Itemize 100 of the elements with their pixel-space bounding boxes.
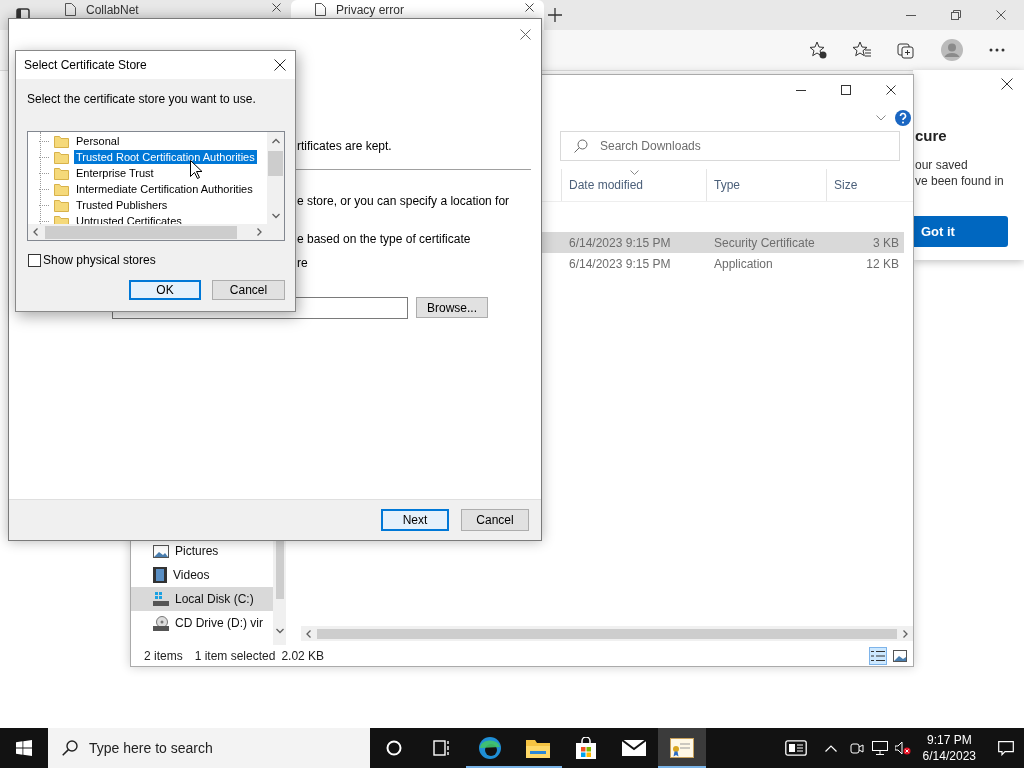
nav-item[interactable]: Pictures xyxy=(131,539,273,563)
wizard-text: rtificates are kept. xyxy=(297,139,393,153)
popup-text: ve been found in xyxy=(915,173,1005,189)
cancel-button[interactable]: Cancel xyxy=(212,280,285,300)
search-icon xyxy=(62,740,78,756)
chevron-down-icon[interactable] xyxy=(876,115,886,121)
store-item[interactable]: Trusted Publishers xyxy=(28,197,267,213)
cancel-button[interactable]: Cancel xyxy=(461,509,529,531)
status-text: 1 item selected xyxy=(194,648,276,663)
tab-title: Privacy error xyxy=(336,3,405,17)
scrollbar-thumb[interactable] xyxy=(45,225,237,239)
date-cell-text: 6/14/2023 9:15 PM xyxy=(568,256,672,271)
help-icon[interactable] xyxy=(895,110,911,126)
scroll-right-icon xyxy=(255,228,263,236)
close-icon[interactable] xyxy=(996,10,1006,20)
dialog-title: Select Certificate Store xyxy=(24,58,147,72)
windows-icon xyxy=(16,740,32,756)
clock[interactable]: 9:17 PM 6/14/2023 xyxy=(922,732,976,764)
type-cell-text: Security Certificate xyxy=(713,235,816,250)
more-icon[interactable] xyxy=(989,48,1005,52)
next-button[interactable]: Next xyxy=(381,509,449,531)
close-icon xyxy=(274,59,286,71)
scroll-down-icon xyxy=(271,212,280,220)
add-favorite-icon[interactable] xyxy=(809,41,827,59)
envelope-icon xyxy=(622,740,646,756)
scrollbar-thumb[interactable] xyxy=(275,539,284,599)
view-button[interactable] xyxy=(869,646,887,665)
wizard-text: e store, or you can specify a location for xyxy=(297,194,511,208)
nav-item[interactable]: Local Disk (C:) xyxy=(131,587,273,611)
chevron-up-icon[interactable] xyxy=(824,744,837,752)
search-icon xyxy=(574,139,588,153)
mouse-pointer-icon xyxy=(190,160,202,179)
scrollbar-thumb[interactable] xyxy=(268,151,283,176)
ok-button[interactable]: OK xyxy=(129,280,201,300)
favorites-icon[interactable] xyxy=(853,41,871,59)
popup-text: our saved xyxy=(915,157,969,173)
collections-icon[interactable] xyxy=(897,41,915,59)
close-icon[interactable] xyxy=(885,85,896,95)
folder-icon xyxy=(54,150,69,164)
date-cell-text: 6/14/2023 9:15 PM xyxy=(568,235,672,250)
browser-tab[interactable]: CollabNet xyxy=(41,0,291,30)
checkbox-label: Show physical stores xyxy=(43,253,156,267)
column-header[interactable]: Size xyxy=(826,169,904,201)
folder-icon xyxy=(526,738,550,758)
certificate-icon xyxy=(670,738,694,758)
close-icon[interactable] xyxy=(272,3,281,12)
page-icon xyxy=(315,3,326,16)
folder-icon xyxy=(54,134,69,148)
circle-icon xyxy=(386,740,402,756)
scrollbar[interactable] xyxy=(301,626,913,641)
scrollbar-thumb[interactable] xyxy=(317,628,897,639)
scroll-down-icon xyxy=(275,627,284,635)
news-icon[interactable] xyxy=(784,740,807,756)
camera-icon[interactable] xyxy=(850,741,865,755)
tab-title: CollabNet xyxy=(86,3,140,17)
wizard-text: re xyxy=(297,256,309,270)
restore-icon[interactable] xyxy=(951,10,961,20)
avatar-icon[interactable] xyxy=(941,39,963,61)
column-header[interactable]: Date modified xyxy=(561,169,706,201)
folder-icon xyxy=(54,166,69,180)
status-text: 2 items xyxy=(144,648,183,663)
store-item[interactable]: Intermediate Certification Authorities xyxy=(28,181,267,197)
pictures-icon xyxy=(153,544,169,558)
scroll-right-icon xyxy=(901,629,909,638)
column-header[interactable]: Type xyxy=(706,169,826,201)
status-text: 2.02 KB xyxy=(281,648,325,663)
new-tab-icon[interactable] xyxy=(548,8,562,22)
folder-icon xyxy=(54,182,69,196)
close-icon xyxy=(1001,78,1013,90)
scroll-up-icon xyxy=(271,137,280,145)
film-icon xyxy=(153,567,167,583)
wizard-text: e based on the type of certificate xyxy=(297,232,472,246)
volume-muted-icon[interactable] xyxy=(895,741,912,755)
close-icon xyxy=(520,28,531,40)
scroll-left-icon xyxy=(32,228,40,236)
dialog-prompt: Select the certificate store you want to use. xyxy=(27,92,257,106)
store-item[interactable]: Enterprise Trust xyxy=(28,165,267,181)
scrollbar[interactable] xyxy=(28,224,267,240)
scrollbar[interactable] xyxy=(267,132,284,224)
details-view-icon xyxy=(871,649,885,662)
got-it-button[interactable]: Got it xyxy=(913,216,1008,247)
popup-title: cure xyxy=(915,127,948,144)
search-field[interactable]: Search Downloads xyxy=(560,131,900,161)
checkbox[interactable] xyxy=(28,253,41,267)
store-item[interactable]: Personal xyxy=(28,133,267,149)
network-icon[interactable] xyxy=(872,741,889,755)
nav-item[interactable]: Videos xyxy=(131,563,273,587)
sort-chevron-icon xyxy=(630,170,639,175)
maximize-icon[interactable] xyxy=(840,85,851,95)
type-cell-text: Application xyxy=(713,256,774,271)
thumbnails-view-icon xyxy=(893,649,907,662)
nav-item[interactable]: CD Drive (D:) vir xyxy=(131,611,273,635)
cd-drive-icon xyxy=(153,615,169,631)
browse-button[interactable]: Browse... xyxy=(416,297,488,318)
notifications-icon[interactable] xyxy=(998,740,1014,756)
taskbar-search[interactable]: Type here to search xyxy=(48,728,370,768)
size-cell-text: 3 KB xyxy=(872,235,900,250)
taskbar-app[interactable] xyxy=(658,728,706,768)
page-icon xyxy=(65,3,76,16)
close-icon[interactable] xyxy=(525,3,534,12)
